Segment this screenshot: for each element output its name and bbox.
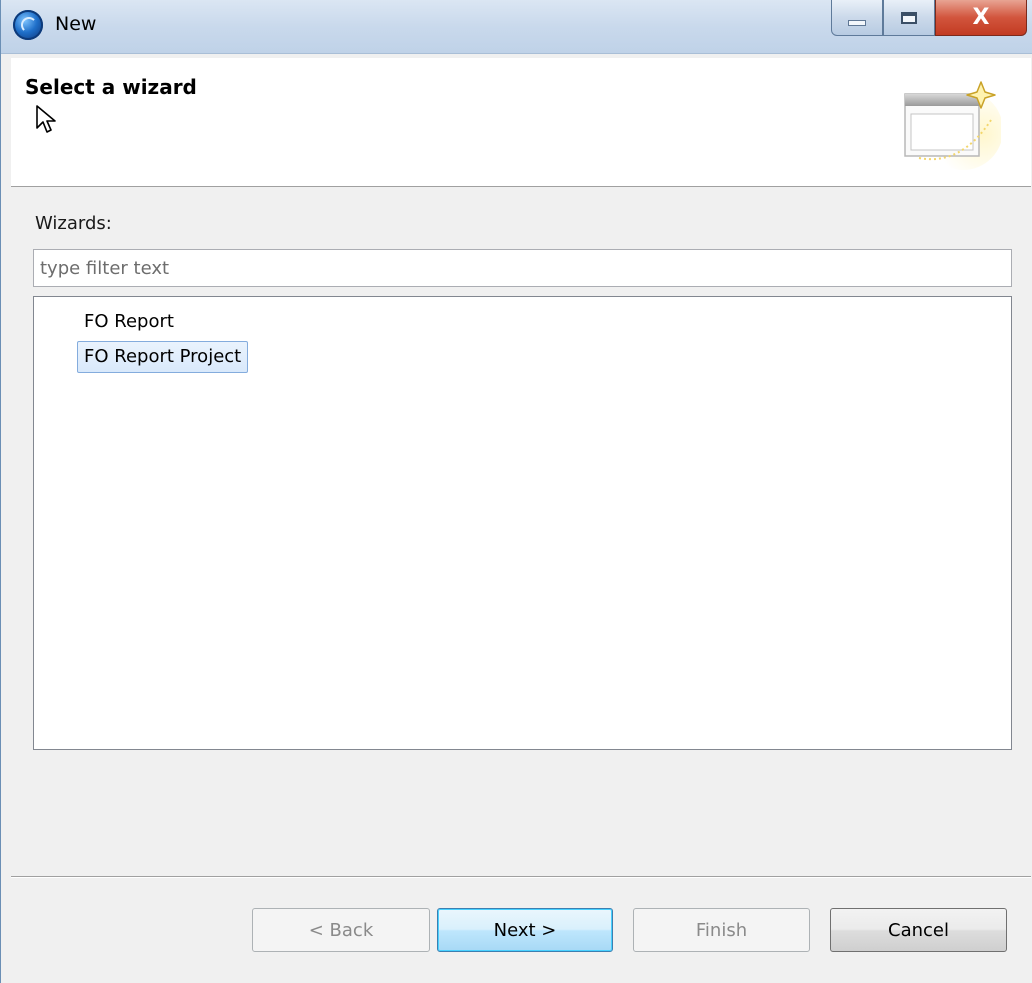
new-wizard-icon — [904, 81, 1001, 170]
finish-button[interactable]: Finish — [633, 908, 810, 952]
window-title: New — [55, 13, 97, 35]
minimize-button[interactable] — [831, 0, 883, 36]
footer-divider — [11, 876, 1031, 878]
close-button[interactable]: X — [935, 0, 1027, 36]
title-bar[interactable]: New X — [1, 0, 1032, 54]
list-item-fo-report-project[interactable]: FO Report Project — [77, 341, 249, 373]
cancel-button[interactable]: Cancel — [830, 908, 1007, 952]
filter-input[interactable] — [33, 249, 1012, 287]
mouse-cursor-icon — [36, 105, 56, 133]
window-controls: X — [831, 0, 1027, 38]
back-button[interactable]: < Back — [252, 908, 430, 952]
maximize-icon — [901, 11, 917, 24]
next-button[interactable]: Next > — [437, 908, 613, 952]
close-icon: X — [972, 5, 990, 30]
minimize-icon — [848, 19, 866, 26]
maximize-button[interactable] — [883, 0, 935, 36]
wizard-tree[interactable]: FO Report FO Report Project — [33, 296, 1012, 750]
eclipse-app-icon — [13, 10, 43, 40]
new-wizard-dialog: New X Select a wizard Wizards: type filt… — [0, 0, 1032, 983]
page-title: Select a wizard — [25, 75, 197, 99]
list-item-fo-report[interactable]: FO Report — [78, 307, 180, 339]
wizard-banner: Select a wizard — [11, 58, 1031, 187]
wizards-label: Wizards: — [35, 213, 112, 234]
